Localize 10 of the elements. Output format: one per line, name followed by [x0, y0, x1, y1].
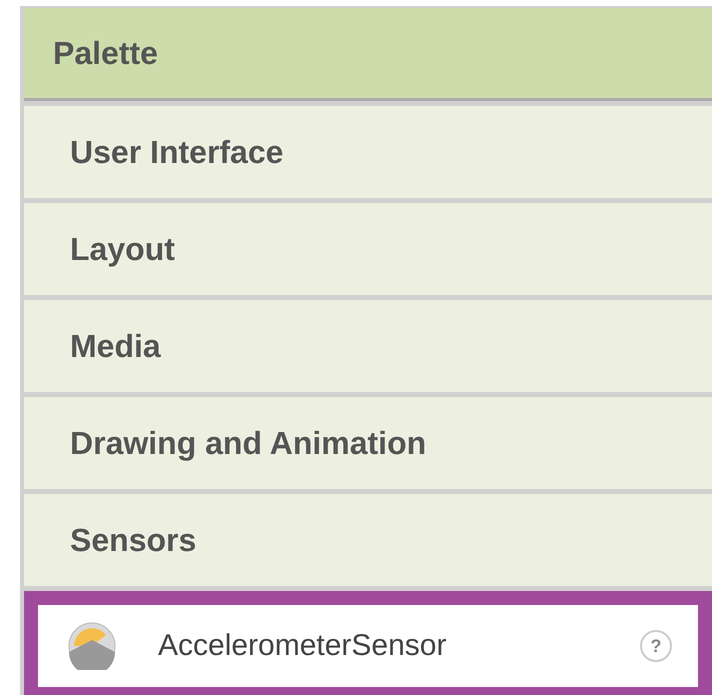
category-item[interactable]: Drawing and Animation [24, 397, 712, 489]
component-item[interactable]: AccelerometerSensor ? [24, 591, 712, 695]
component-label: AccelerometerSensor [158, 629, 448, 663]
category-item[interactable]: Media [24, 300, 712, 392]
category-item[interactable]: Layout [24, 203, 712, 295]
palette-title: Palette [53, 34, 158, 72]
category-item[interactable]: Sensors [24, 494, 712, 586]
gauge-icon [68, 622, 116, 670]
help-icon[interactable]: ? [640, 630, 672, 662]
category-item[interactable]: User Interface [24, 106, 712, 198]
